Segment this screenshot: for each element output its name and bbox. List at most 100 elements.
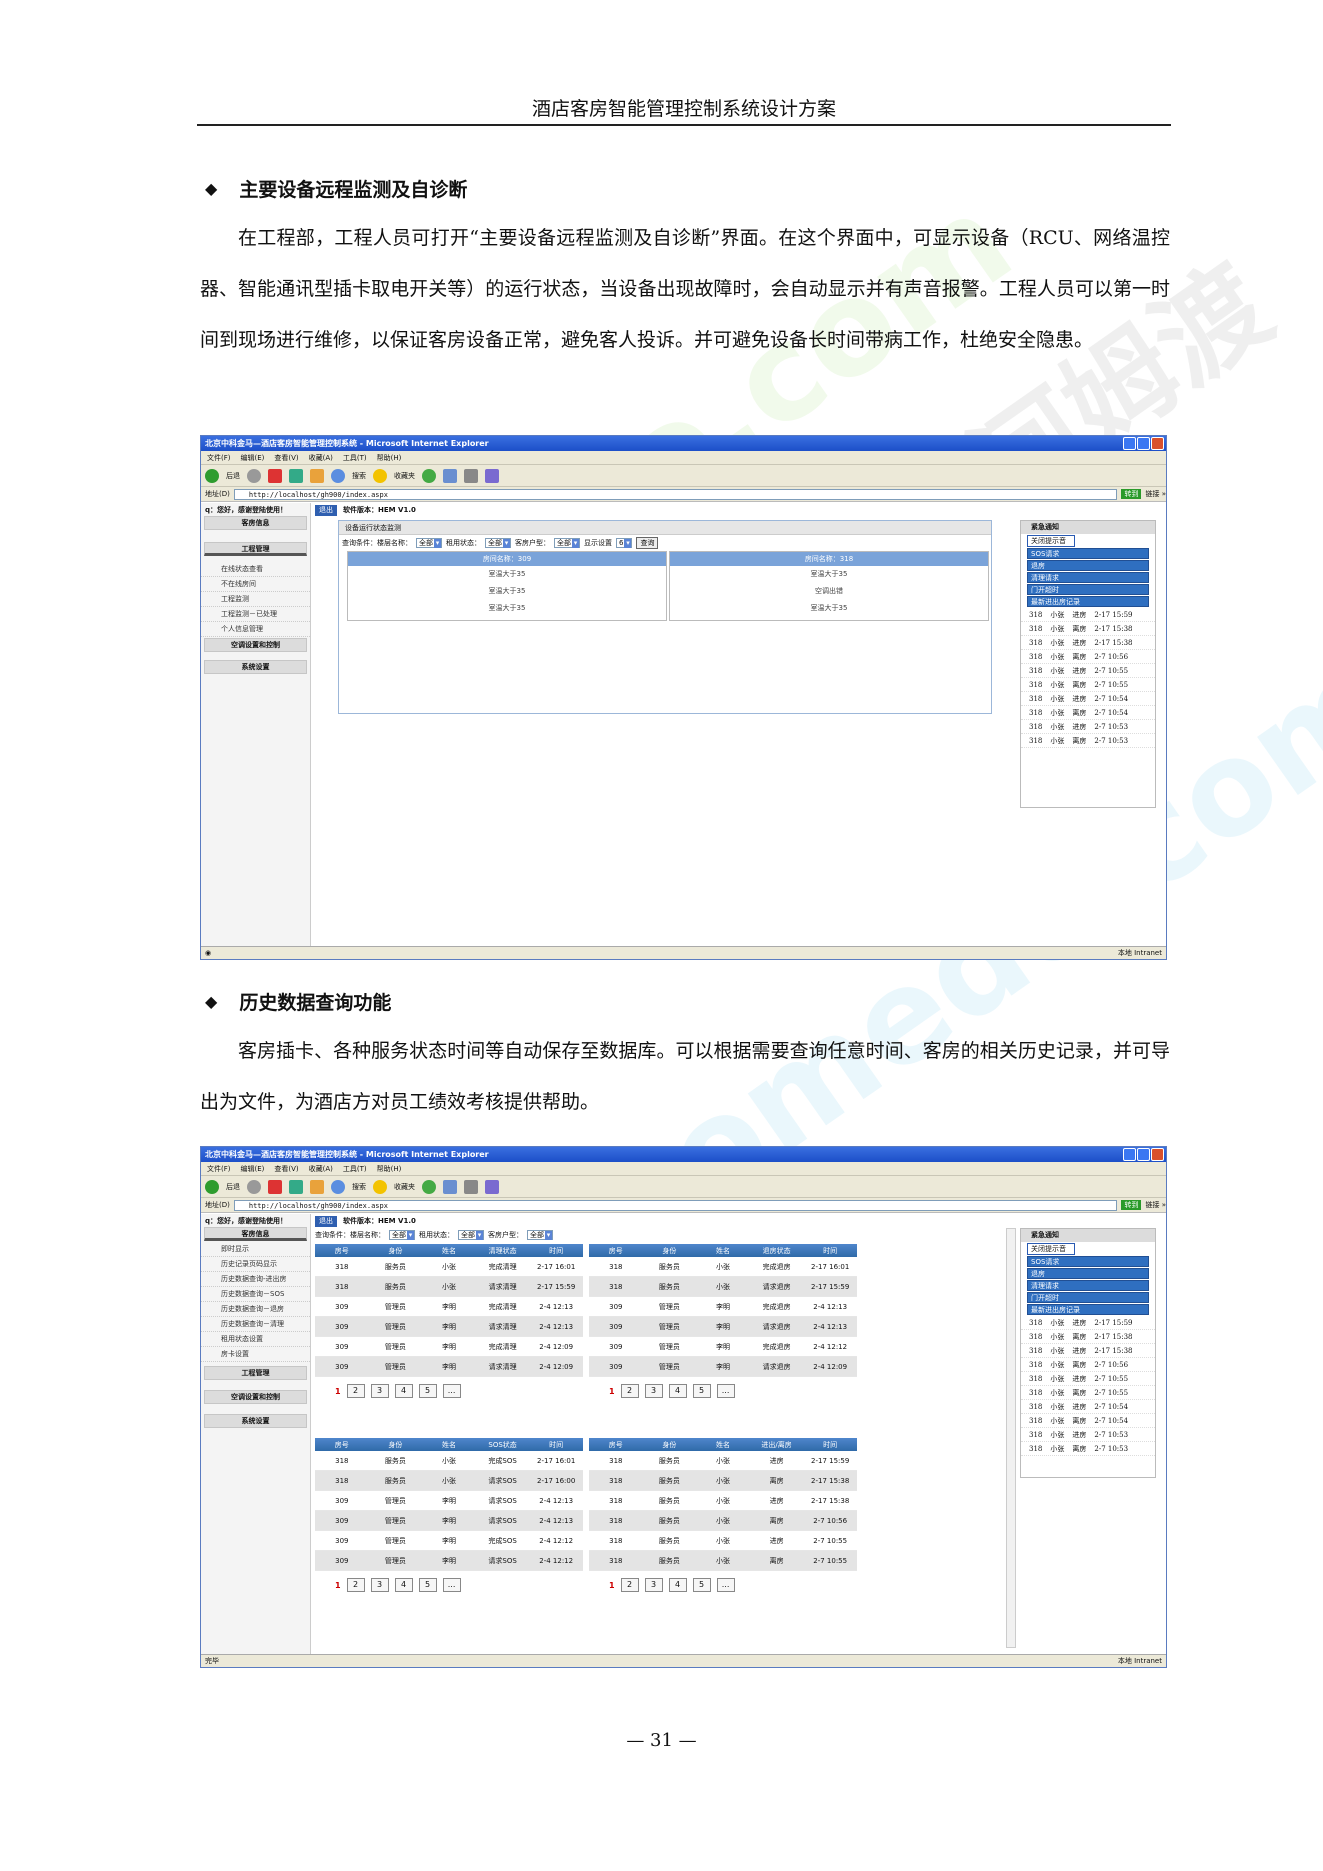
nav-item[interactable]: 历史数据查询－清理 <box>201 1317 310 1332</box>
back-icon[interactable] <box>205 1179 219 1194</box>
page-button[interactable]: 3 <box>644 1578 663 1592</box>
column-header[interactable]: 身份 <box>369 1440 423 1450</box>
scrollbar[interactable] <box>1006 1228 1016 1648</box>
page-button[interactable]: 4 <box>668 1578 687 1592</box>
room-card-309[interactable]: 房间名称：309 室温大于35 室温大于35 室温大于35 <box>347 551 667 621</box>
page-button[interactable]: 4 <box>394 1578 413 1592</box>
search-icon[interactable] <box>331 1179 345 1194</box>
column-header[interactable]: 退房状态 <box>750 1246 804 1256</box>
menu-edit[interactable]: 编辑(E) <box>241 453 265 463</box>
menu-tools[interactable]: 工具(T) <box>343 453 367 463</box>
notice-category[interactable]: 最新进出房记录 <box>1027 1304 1149 1315</box>
column-header[interactable]: 姓名 <box>422 1440 476 1450</box>
mail-icon[interactable] <box>443 468 457 483</box>
favorites-button[interactable]: 收藏夹 <box>394 471 415 481</box>
menu-file[interactable]: 文件(F) <box>207 453 231 463</box>
back-button[interactable]: 后退 <box>226 471 240 481</box>
column-header[interactable]: 房号 <box>589 1440 643 1450</box>
search-button[interactable]: 搜索 <box>352 1182 366 1192</box>
close-sound-button[interactable]: 关闭提示音 <box>1027 535 1075 547</box>
column-header[interactable]: 时间 <box>529 1440 583 1450</box>
menu-edit[interactable]: 编辑(E) <box>241 1164 265 1174</box>
notice-category[interactable]: 清理请求 <box>1027 572 1149 583</box>
column-header[interactable]: 时间 <box>803 1246 857 1256</box>
page-button[interactable]: 5 <box>692 1578 711 1592</box>
nav-item[interactable]: 即时显示 <box>201 1242 310 1257</box>
nav-group-engineering[interactable]: 工程管理 <box>204 542 307 556</box>
type-select[interactable]: 全部 <box>554 538 580 548</box>
page-button[interactable]: ... <box>442 1578 461 1592</box>
minimize-icon[interactable] <box>1123 437 1136 450</box>
notice-category[interactable]: SOS请求 <box>1027 1256 1149 1267</box>
nav-item[interactable]: 工程监测 <box>201 592 310 607</box>
search-button[interactable]: 搜索 <box>352 471 366 481</box>
page-button[interactable]: 5 <box>692 1384 711 1398</box>
nav-group-engineering[interactable]: 工程管理 <box>204 1366 307 1380</box>
search-icon[interactable] <box>331 468 345 483</box>
page-button[interactable]: ... <box>442 1384 461 1398</box>
rent-select[interactable]: 全部 <box>458 1230 484 1240</box>
column-header[interactable]: 房号 <box>589 1246 643 1256</box>
back-icon[interactable] <box>205 468 219 483</box>
nav-item[interactable]: 房卡设置 <box>201 1347 310 1362</box>
nav-group-system[interactable]: 系统设置 <box>204 660 307 674</box>
rent-select[interactable]: 全部 <box>485 538 511 548</box>
menu-view[interactable]: 查看(V) <box>274 453 298 463</box>
notice-category[interactable]: 退房 <box>1027 1268 1149 1279</box>
menu-favorites[interactable]: 收藏(A) <box>309 453 333 463</box>
page-button[interactable]: 4 <box>668 1384 687 1398</box>
column-header[interactable]: 姓名 <box>696 1440 750 1450</box>
minimize-icon[interactable] <box>1123 1148 1136 1161</box>
type-select[interactable]: 全部 <box>527 1230 553 1240</box>
maximize-icon[interactable] <box>1137 437 1150 450</box>
forward-icon[interactable] <box>247 1179 261 1194</box>
page-button[interactable]: 1 <box>335 1387 341 1396</box>
page-button[interactable]: 3 <box>644 1384 663 1398</box>
column-header[interactable]: SOS状态 <box>476 1440 530 1450</box>
refresh-icon[interactable] <box>289 1179 303 1194</box>
nav-group-customer[interactable]: 客房信息 <box>204 1227 307 1241</box>
menu-favorites[interactable]: 收藏(A) <box>309 1164 333 1174</box>
menu-file[interactable]: 文件(F) <box>207 1164 231 1174</box>
notice-category[interactable]: 门开超时 <box>1027 1292 1149 1303</box>
forward-icon[interactable] <box>247 468 261 483</box>
page-button[interactable]: 1 <box>609 1581 615 1590</box>
notice-category[interactable]: 清理请求 <box>1027 1280 1149 1291</box>
menu-tools[interactable]: 工具(T) <box>343 1164 367 1174</box>
notice-category[interactable]: 门开超时 <box>1027 584 1149 595</box>
home-icon[interactable] <box>310 1179 324 1194</box>
nav-item[interactable]: 在线状态查看 <box>201 562 310 577</box>
notice-category[interactable]: 退房 <box>1027 560 1149 571</box>
history-icon[interactable] <box>422 1179 436 1194</box>
go-button[interactable]: 转到 <box>1121 489 1142 499</box>
nav-item[interactable]: 历史记录页码显示 <box>201 1257 310 1272</box>
favorites-icon[interactable] <box>373 1179 387 1194</box>
close-icon[interactable] <box>1151 437 1164 450</box>
page-button[interactable]: 3 <box>370 1578 389 1592</box>
links-button[interactable]: 链接 » <box>1145 1200 1166 1210</box>
close-sound-button[interactable]: 关闭提示音 <box>1027 1243 1075 1255</box>
page-button[interactable]: ... <box>716 1578 735 1592</box>
nav-item[interactable]: 工程监测－已处理 <box>201 607 310 622</box>
history-icon[interactable] <box>422 468 436 483</box>
column-header[interactable]: 进出/离房 <box>750 1440 804 1450</box>
column-header[interactable]: 时间 <box>803 1440 857 1450</box>
page-button[interactable]: 2 <box>346 1578 365 1592</box>
room-card-318[interactable]: 房间名称：318 室温大于35 空调出错 室温大于35 <box>669 551 989 621</box>
address-input[interactable]: http://localhost/gh900/index.aspx <box>233 1199 1118 1211</box>
column-header[interactable]: 房号 <box>315 1246 369 1256</box>
favorites-icon[interactable] <box>373 468 387 483</box>
favorites-button[interactable]: 收藏夹 <box>394 1182 415 1192</box>
nav-item[interactable]: 历史数据查询－退房 <box>201 1302 310 1317</box>
floor-select[interactable]: 全部 <box>416 538 442 548</box>
page-button[interactable]: 1 <box>335 1581 341 1590</box>
address-input[interactable]: http://localhost/gh900/index.aspx <box>233 488 1118 500</box>
column-header[interactable]: 时间 <box>529 1246 583 1256</box>
mail-icon[interactable] <box>443 1179 457 1194</box>
column-header[interactable]: 姓名 <box>696 1246 750 1256</box>
logout-button[interactable]: 退出 <box>315 504 337 516</box>
nav-group-customer[interactable]: 客房信息 <box>204 516 307 530</box>
nav-item[interactable]: 历史数据查询-进出房 <box>201 1272 310 1287</box>
search-button[interactable]: 查询 <box>636 537 659 549</box>
nav-group-system[interactable]: 系统设置 <box>204 1414 307 1428</box>
